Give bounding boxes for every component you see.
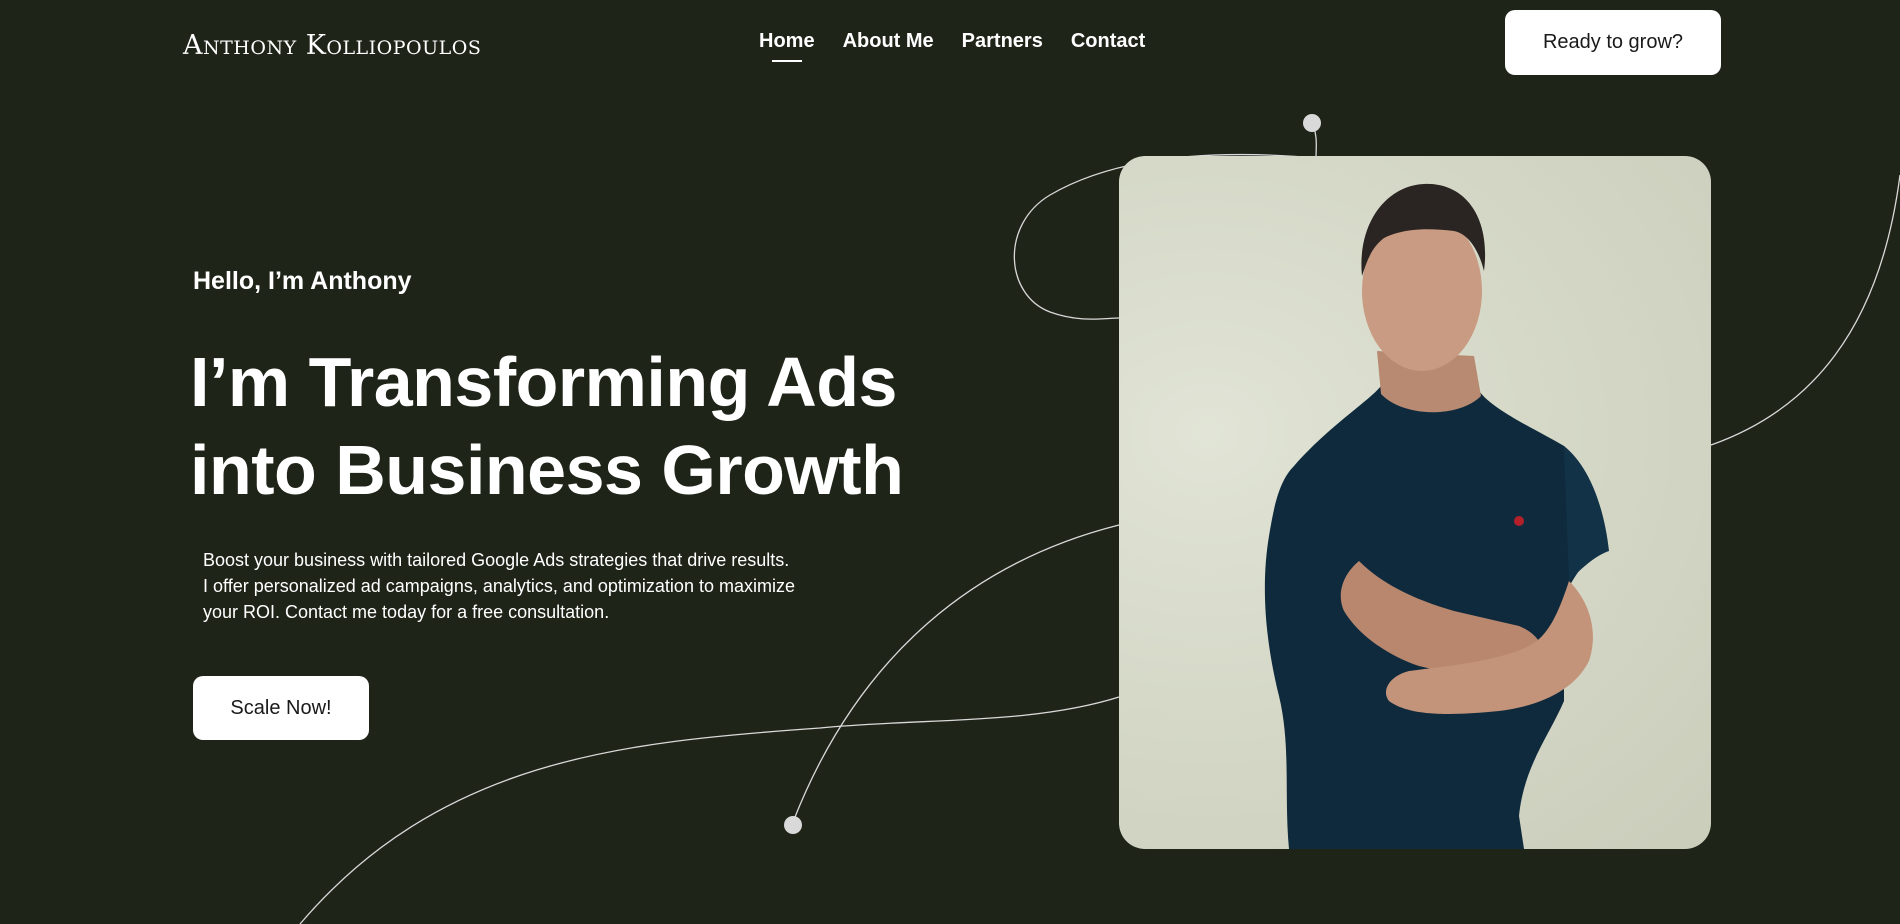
description-line-3: your ROI. Contact me today for a free co… — [203, 602, 610, 622]
bottom-curve-line — [299, 696, 1120, 924]
ready-to-grow-button[interactable]: Ready to grow? — [1505, 10, 1721, 75]
scale-now-button[interactable]: Scale Now! — [193, 676, 369, 740]
sleeve-shape — [1564, 446, 1609, 581]
headline-line-1: I’m Transforming Ads — [190, 343, 897, 421]
top-dot — [1303, 114, 1321, 132]
hero-headline: I’m Transforming Ads into Business Growt… — [190, 338, 904, 514]
description-line-2: I offer personalized ad campaigns, analy… — [203, 576, 795, 596]
nav-partners[interactable]: Partners — [962, 30, 1043, 53]
nav-about-me[interactable]: About Me — [843, 30, 934, 53]
nav-contact[interactable]: Contact — [1071, 30, 1145, 53]
brand-logo[interactable]: Anthony Kolliopoulos — [183, 30, 481, 61]
hero-greeting: Hello, I’m Anthony — [193, 267, 412, 295]
hero-page: Anthony Kolliopoulos Home About Me Partn… — [0, 0, 1900, 924]
bottom-dot — [784, 816, 802, 834]
shirt-logo-mark — [1514, 516, 1524, 526]
main-nav: Home About Me Partners Contact — [759, 30, 1145, 53]
right-curve-line — [1710, 174, 1900, 446]
portrait-photo — [1119, 156, 1711, 849]
nav-home[interactable]: Home — [759, 30, 815, 53]
hero-description: Boost your business with tailored Google… — [203, 547, 863, 625]
portrait-illustration — [1264, 183, 1609, 849]
description-line-1: Boost your business with tailored Google… — [203, 550, 790, 570]
headline-line-2: into Business Growth — [190, 431, 904, 509]
